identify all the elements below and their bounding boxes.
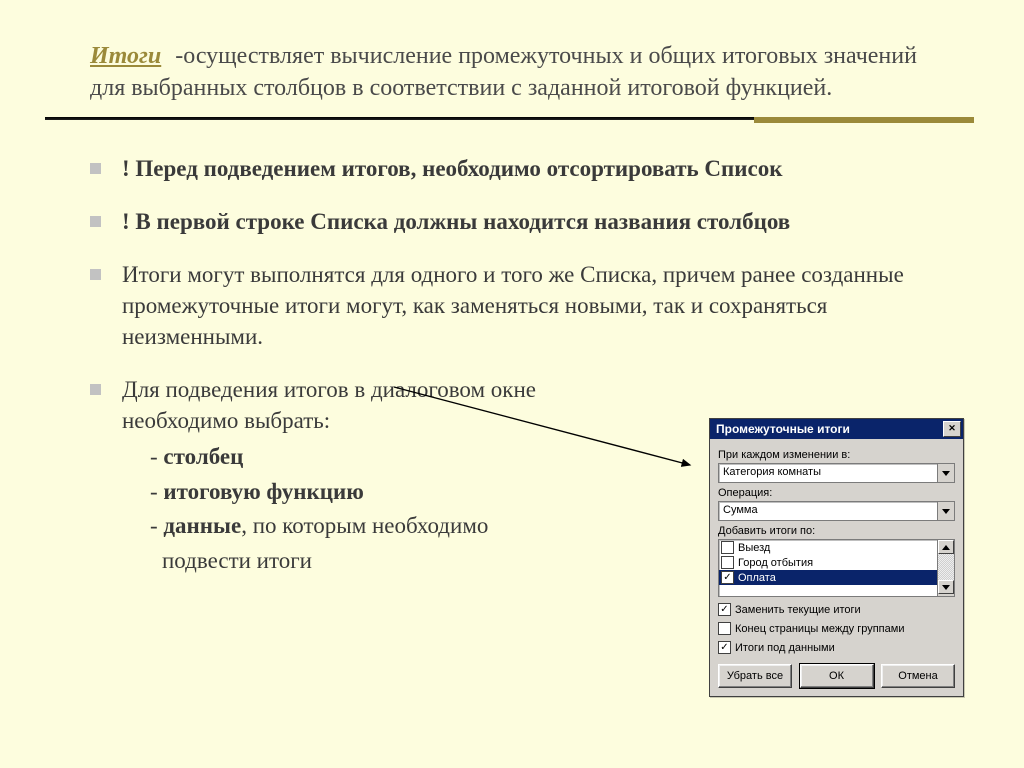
select-change-in-value: Категория комнаты <box>719 464 937 482</box>
slide: Итоги -осуществляет вычисление промежуто… <box>0 0 1024 768</box>
columns-list[interactable]: Выезд Город отбытия ✓ Оплата <box>718 539 955 597</box>
lead-term: Итоги <box>90 43 161 69</box>
bullet-4-lead2: необходимо выбрать: <box>122 405 652 436</box>
button-label: Отмена <box>898 670 937 682</box>
checkbox-icon[interactable]: ✓ <box>721 571 734 584</box>
remove-all-button[interactable]: Убрать все <box>718 664 792 688</box>
lead-rest: -осуществляет вычисление промежуточных и… <box>90 43 917 101</box>
sub-3-rest: , по которым необходимо <box>241 513 488 538</box>
check-label: Заменить текущие итоги <box>735 604 861 616</box>
list-item[interactable]: Город отбытия <box>719 555 937 570</box>
sublist: - столбец - итоговую функцию - данные, п… <box>122 440 652 578</box>
bullet-4-lead1: Для подведения итогов в диалоговом окне <box>122 374 652 405</box>
chevron-down-icon <box>942 585 950 590</box>
dialog-title-text: Промежуточные итоги <box>716 422 850 436</box>
sub-3-bold: данные <box>163 513 241 538</box>
scrollbar[interactable] <box>937 540 954 596</box>
bullet-2: ! В первой строке Списка должны находитс… <box>90 206 954 237</box>
select-change-in[interactable]: Категория комнаты <box>718 463 955 483</box>
sub-3: - данные, по которым необходимо <box>122 509 652 544</box>
button-label: ОК <box>829 670 844 682</box>
label-change-in: При каждом изменении в: <box>718 449 955 461</box>
sub-1-text: столбец <box>163 444 243 469</box>
sub-3-line2: подвести итоги <box>122 544 652 579</box>
sub-2-text: итоговую функцию <box>163 479 363 504</box>
select-operation-value: Сумма <box>719 502 937 520</box>
chevron-up-icon <box>942 545 950 550</box>
checkbox-icon[interactable]: ✓ <box>718 603 731 616</box>
dialog-body: При каждом изменении в: Категория комнат… <box>710 439 963 696</box>
chevron-down-icon <box>942 471 950 476</box>
checkbox-icon[interactable] <box>718 622 731 635</box>
dialog-buttons: Убрать все ОК Отмена <box>718 664 955 688</box>
checkbox-icon[interactable]: ✓ <box>718 641 731 654</box>
title-block: Итоги -осуществляет вычисление промежуто… <box>90 40 954 105</box>
check-below[interactable]: ✓ Итоги под данными <box>718 641 955 654</box>
label-add-totals: Добавить итоги по: <box>718 525 955 537</box>
checkbox-icon[interactable] <box>721 556 734 569</box>
check-replace[interactable]: ✓ Заменить текущие итоги <box>718 603 955 616</box>
dropdown-icon[interactable] <box>937 464 954 482</box>
select-operation[interactable]: Сумма <box>718 501 955 521</box>
chevron-down-icon <box>942 509 950 514</box>
lead-paragraph: Итоги -осуществляет вычисление промежуто… <box>90 40 954 105</box>
check-pagebreak[interactable]: Конец страницы между группами <box>718 622 955 635</box>
dropdown-icon[interactable] <box>937 502 954 520</box>
check-label: Итоги под данными <box>735 642 835 654</box>
sub-2: - итоговую функцию <box>122 475 652 510</box>
scroll-up-button[interactable] <box>938 540 954 554</box>
sub-3-pre: - <box>150 513 163 538</box>
columns-list-inner: Выезд Город отбытия ✓ Оплата <box>719 540 937 596</box>
list-item-label: Выезд <box>738 542 770 554</box>
divider-accent <box>754 117 974 123</box>
sub-1-pre: - <box>150 444 163 469</box>
checkbox-icon[interactable] <box>721 541 734 554</box>
list-item-label: Оплата <box>738 572 776 584</box>
button-label: Убрать все <box>727 670 783 682</box>
list-item-selected[interactable]: ✓ Оплата <box>719 570 937 585</box>
cancel-button[interactable]: Отмена <box>881 664 955 688</box>
scroll-track[interactable] <box>938 554 954 580</box>
list-item-label: Город отбытия <box>738 557 813 569</box>
bullet-3: Итоги могут выполнятся для одного и того… <box>90 259 954 352</box>
sub-2-pre: - <box>150 479 163 504</box>
sub-1: - столбец <box>122 440 652 475</box>
close-button[interactable]: ✕ <box>943 421 961 437</box>
bullet-1: ! Перед подведением итогов, необходимо о… <box>90 153 954 184</box>
bullet-4-wrap: Для подведения итогов в диалоговом окне … <box>122 374 652 578</box>
divider <box>90 117 954 123</box>
label-operation: Операция: <box>718 487 955 499</box>
scroll-down-button[interactable] <box>938 580 954 594</box>
list-item[interactable]: Выезд <box>719 540 937 555</box>
ok-button[interactable]: ОК <box>800 664 874 688</box>
check-label: Конец страницы между группами <box>735 623 904 635</box>
subtotal-dialog: Промежуточные итоги ✕ При каждом изменен… <box>709 418 964 697</box>
dialog-titlebar: Промежуточные итоги ✕ <box>710 419 963 439</box>
